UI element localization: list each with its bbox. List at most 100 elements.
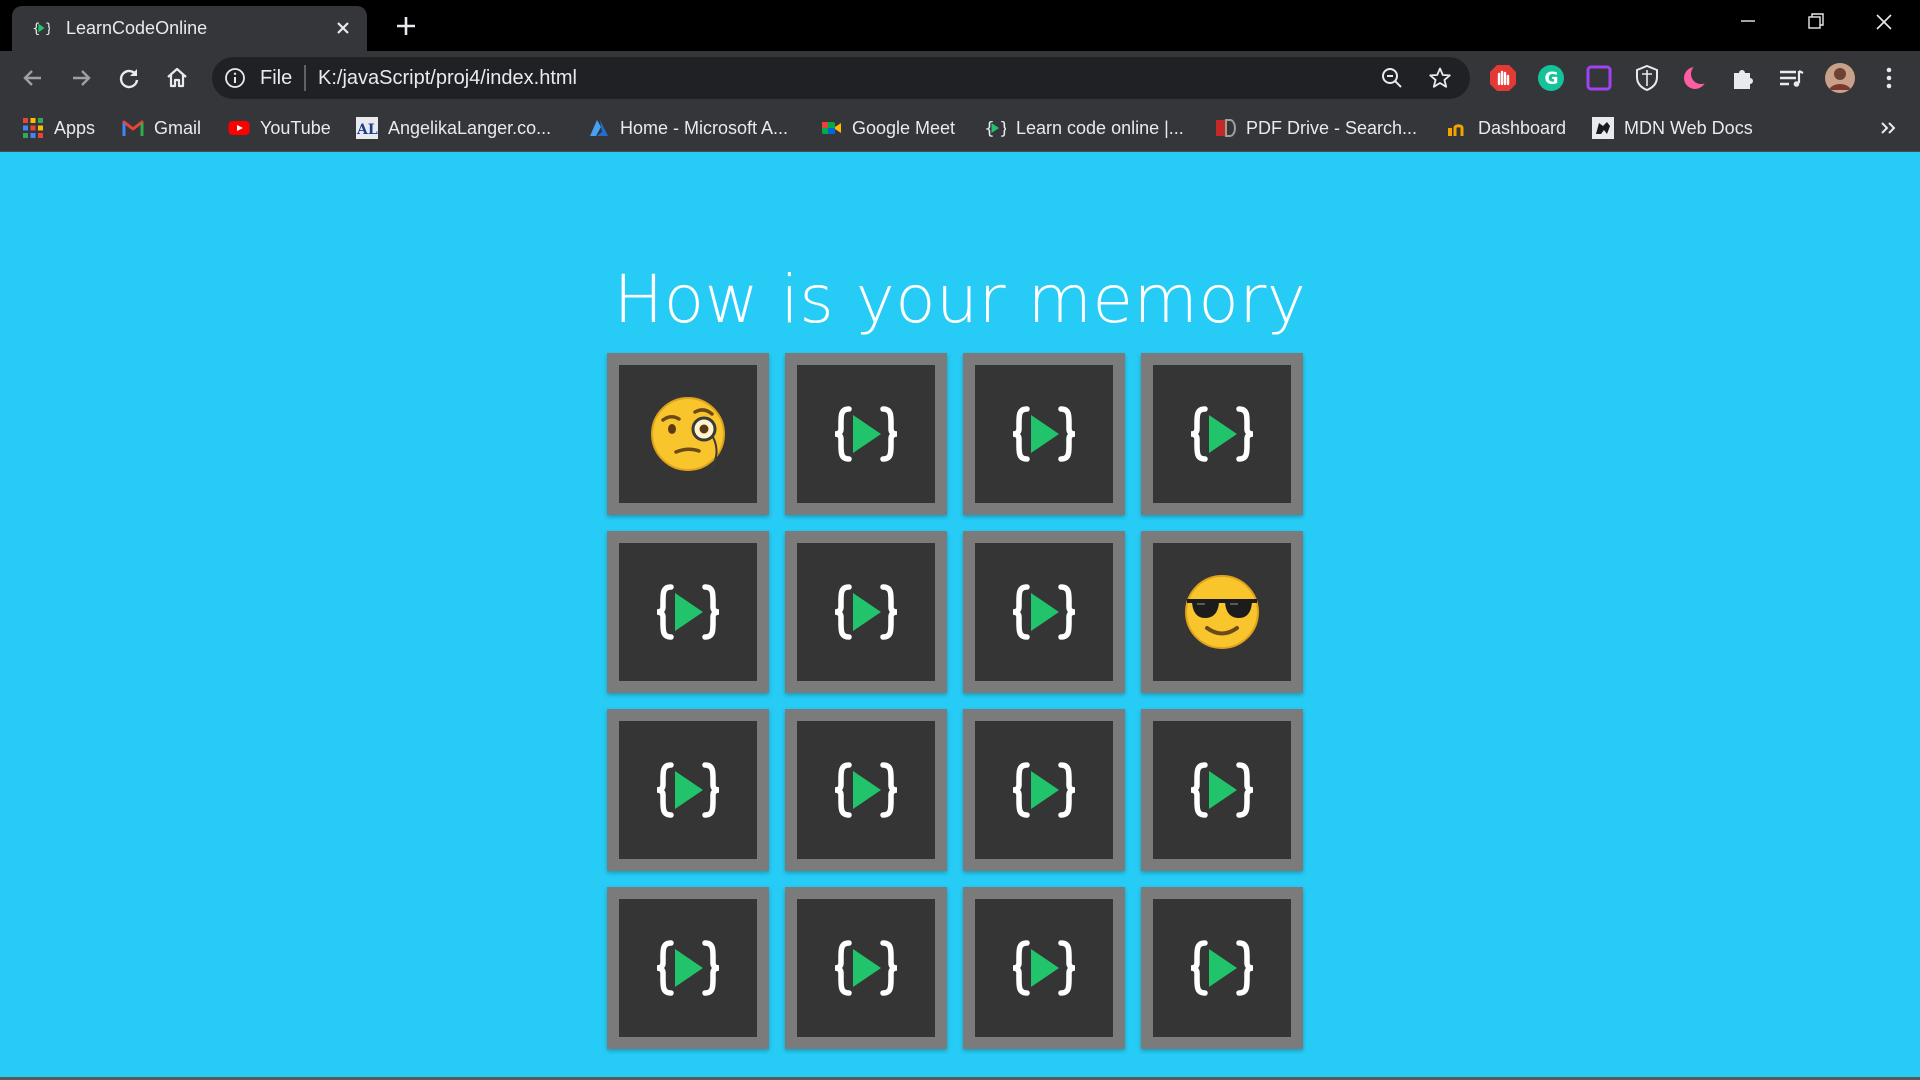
bookmark-label: Home - Microsoft A... bbox=[620, 117, 789, 138]
page-content: How is your memory bbox=[0, 153, 1920, 1080]
bookmark-mdn[interactable]: MDN Web Docs bbox=[1592, 114, 1753, 142]
bookmark-label: Dashboard bbox=[1478, 117, 1567, 138]
adblock-icon[interactable] bbox=[1488, 63, 1518, 93]
back-icon[interactable] bbox=[18, 63, 48, 93]
memory-card[interactable] bbox=[1141, 887, 1303, 1049]
bookmarks-bar: Apps Gmail YouTube AL AngelikaLanger.co.… bbox=[0, 105, 1920, 152]
learncodeonline-logo-icon bbox=[656, 584, 720, 640]
memory-card[interactable] bbox=[963, 353, 1125, 515]
bookmark-learncodeonline[interactable]: { } Learn code online |... bbox=[984, 114, 1184, 142]
mdn-icon bbox=[1592, 117, 1614, 139]
memory-card-grid bbox=[607, 353, 1303, 1049]
memory-card[interactable] bbox=[607, 531, 769, 693]
close-tab-icon[interactable] bbox=[333, 18, 353, 38]
learncodeonline-favicon-icon: { } bbox=[32, 21, 50, 37]
browser-tab[interactable]: { } LearnCodeOnline bbox=[12, 6, 367, 51]
more-menu-icon[interactable] bbox=[1874, 63, 1904, 93]
angelikalanger-icon: AL bbox=[356, 117, 378, 139]
learncodeonline-logo-icon bbox=[834, 406, 898, 462]
bookmark-dashboard[interactable]: Dashboard bbox=[1446, 114, 1566, 142]
dashboard-icon bbox=[1448, 124, 1464, 136]
learncodeonline-logo-icon bbox=[834, 584, 898, 640]
memory-card[interactable] bbox=[607, 353, 769, 515]
learncodeonline-logo-icon bbox=[656, 940, 720, 996]
url-text[interactable]: K:/javaScript/proj4/index.html bbox=[318, 67, 577, 90]
svg-text:}: } bbox=[45, 21, 50, 37]
screen-capture-icon[interactable] bbox=[1584, 63, 1614, 93]
tab-strip: { } LearnCodeOnline bbox=[0, 0, 1920, 51]
minimize-icon[interactable] bbox=[1720, 6, 1776, 40]
monocle-face-emoji-icon bbox=[651, 397, 725, 471]
svg-text:G: G bbox=[1545, 69, 1559, 89]
bookmark-label: Apps bbox=[54, 117, 96, 138]
browser-toolbar: File K:/javaScript/proj4/index.html G bbox=[0, 51, 1920, 105]
learncodeonline-logo-icon bbox=[834, 762, 898, 818]
dark-reader-icon[interactable] bbox=[1680, 63, 1710, 93]
memory-card[interactable] bbox=[963, 531, 1125, 693]
sunglasses-face-emoji-icon bbox=[1185, 575, 1259, 649]
shield-icon[interactable] bbox=[1632, 63, 1662, 93]
url-scheme-label: File bbox=[260, 67, 293, 89]
azure-icon bbox=[590, 120, 608, 136]
learncodeonline-logo-icon bbox=[1012, 762, 1076, 818]
bookmark-pdf-drive[interactable]: PDF Drive - Search... bbox=[1214, 114, 1417, 142]
memory-card[interactable] bbox=[607, 709, 769, 871]
tab-title: LearnCodeOnline bbox=[66, 18, 208, 38]
bookmark-label: AngelikaLanger.co... bbox=[388, 117, 552, 138]
forward-icon[interactable] bbox=[66, 63, 96, 93]
learncodeonline-logo-icon bbox=[1012, 406, 1076, 462]
bookmark-label: MDN Web Docs bbox=[1624, 117, 1753, 138]
memory-card[interactable] bbox=[785, 887, 947, 1049]
close-window-icon[interactable] bbox=[1856, 6, 1912, 40]
google-meet-icon bbox=[822, 122, 841, 134]
profile-avatar[interactable] bbox=[1824, 62, 1856, 94]
reading-list-icon[interactable] bbox=[1776, 63, 1806, 93]
bookmark-star-icon[interactable] bbox=[1428, 66, 1452, 90]
memory-card[interactable] bbox=[1141, 709, 1303, 871]
zoom-icon[interactable] bbox=[1380, 66, 1404, 90]
learncodeonline-icon: { } bbox=[984, 119, 1006, 139]
memory-card[interactable] bbox=[785, 531, 947, 693]
memory-card[interactable] bbox=[963, 887, 1125, 1049]
bookmark-apps[interactable]: Apps bbox=[22, 114, 95, 142]
bookmark-microsoft-azure[interactable]: Home - Microsoft A... bbox=[588, 114, 788, 142]
learncodeonline-logo-icon bbox=[1012, 940, 1076, 996]
memory-card[interactable] bbox=[785, 709, 947, 871]
grammarly-icon[interactable]: G bbox=[1536, 63, 1566, 93]
site-info-icon[interactable] bbox=[224, 67, 246, 89]
address-divider bbox=[304, 65, 306, 91]
bookmark-angelikalanger[interactable]: AL AngelikaLanger.co... bbox=[356, 114, 551, 142]
learncodeonline-logo-icon bbox=[1190, 406, 1254, 462]
new-tab-icon[interactable] bbox=[393, 13, 419, 39]
bookmark-gmail[interactable]: Gmail bbox=[122, 114, 201, 142]
reload-icon[interactable] bbox=[114, 63, 144, 93]
address-bar[interactable]: File K:/javaScript/proj4/index.html bbox=[212, 57, 1470, 99]
gmail-icon bbox=[122, 120, 144, 136]
apps-grid-icon bbox=[23, 118, 43, 138]
memory-card[interactable] bbox=[785, 353, 947, 515]
youtube-icon bbox=[228, 121, 250, 135]
svg-text:}: } bbox=[999, 119, 1006, 139]
bookmark-youtube[interactable]: YouTube bbox=[228, 114, 331, 142]
learncodeonline-logo-icon bbox=[1190, 762, 1254, 818]
bookmark-label: Gmail bbox=[154, 117, 202, 138]
memory-card[interactable] bbox=[1141, 531, 1303, 693]
puzzle-icon[interactable] bbox=[1728, 63, 1758, 93]
pdf-drive-icon bbox=[1216, 119, 1236, 137]
bookmark-label: PDF Drive - Search... bbox=[1246, 117, 1418, 138]
bookmark-label: Google Meet bbox=[852, 117, 956, 138]
page-title: How is your memory bbox=[613, 261, 1307, 338]
learncodeonline-logo-icon bbox=[1190, 940, 1254, 996]
memory-card[interactable] bbox=[963, 709, 1125, 871]
home-icon[interactable] bbox=[162, 63, 192, 93]
bookmark-google-meet[interactable]: Google Meet bbox=[820, 114, 955, 142]
learncodeonline-logo-icon bbox=[834, 940, 898, 996]
memory-card[interactable] bbox=[607, 887, 769, 1049]
bookmark-label: Learn code online |... bbox=[1016, 117, 1184, 138]
bookmarks-overflow-icon[interactable] bbox=[1876, 115, 1900, 141]
learncodeonline-logo-icon bbox=[656, 762, 720, 818]
learncodeonline-logo-icon bbox=[1012, 584, 1076, 640]
bookmark-label: YouTube bbox=[260, 117, 331, 138]
restore-icon[interactable] bbox=[1788, 6, 1844, 40]
memory-card[interactable] bbox=[1141, 353, 1303, 515]
